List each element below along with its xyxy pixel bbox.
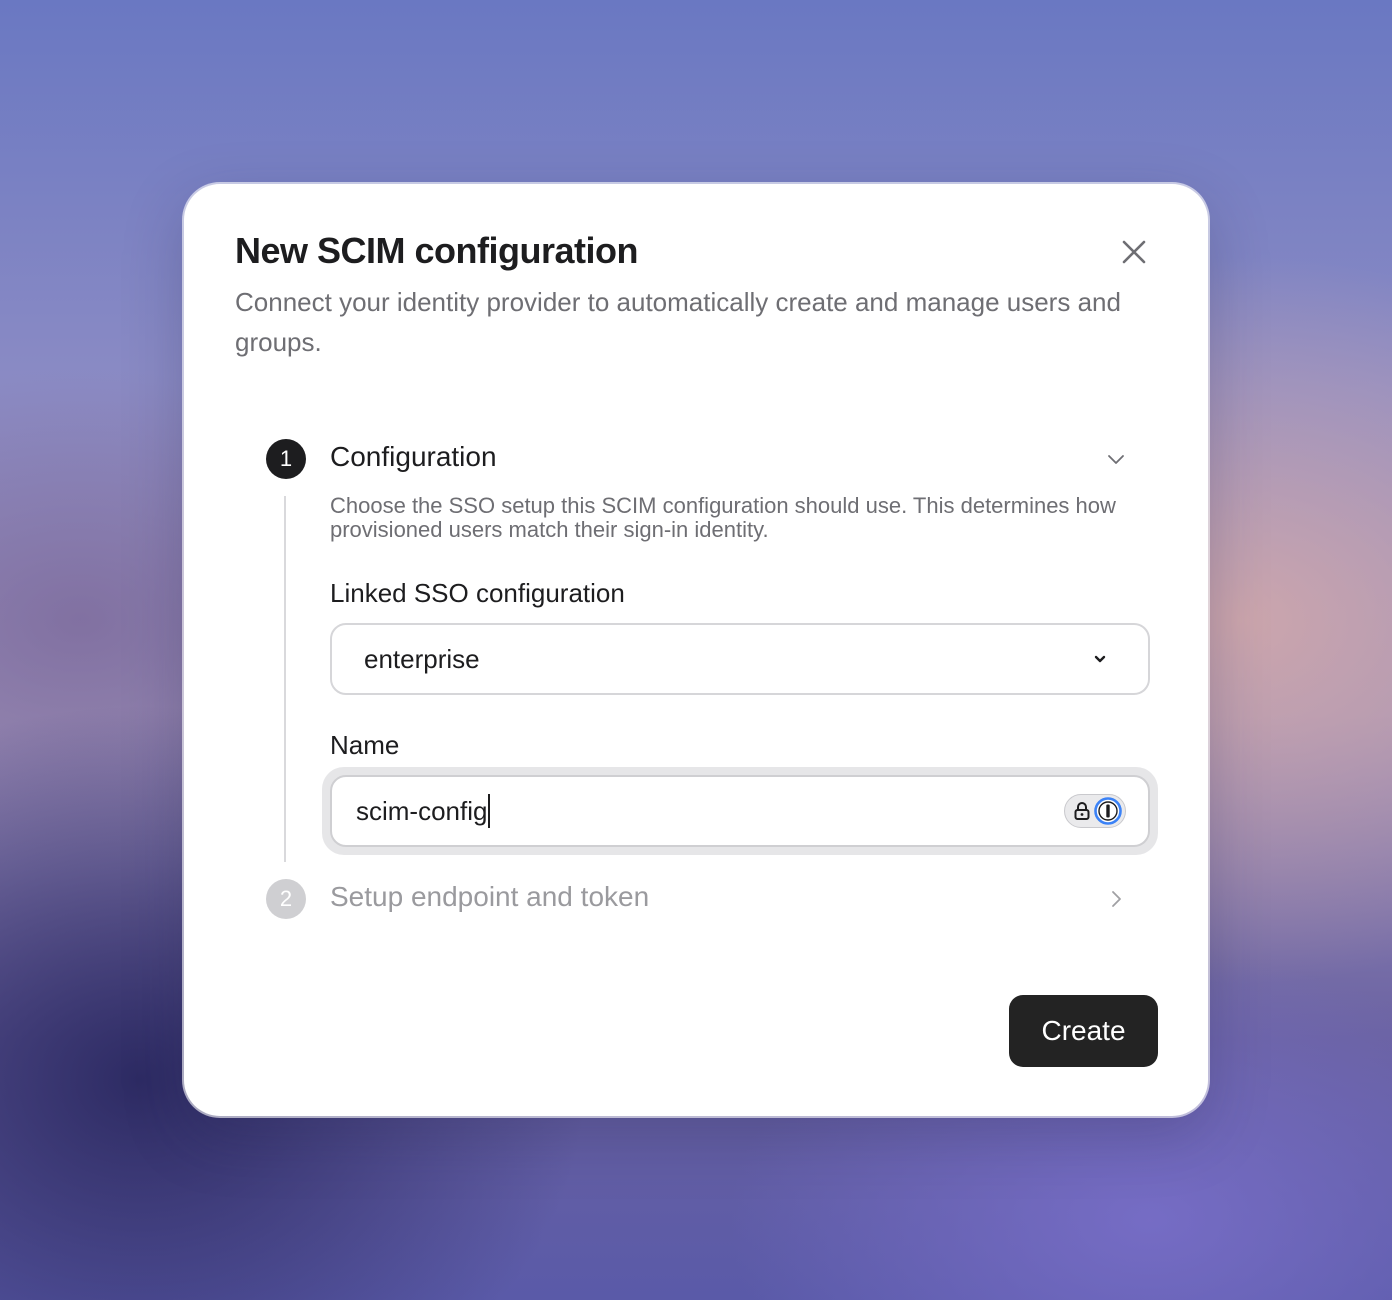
lock-icon [1074,802,1090,820]
dialog-title: New SCIM configuration [235,230,639,271]
close-button[interactable] [1118,236,1150,268]
chevron-down-icon [1094,655,1106,663]
step-connector-line [284,496,286,862]
name-label: Name [330,730,400,760]
password-manager-icon [1094,797,1122,825]
step-1-title[interactable]: Configuration [330,441,497,473]
step-2-indicator: 2 [266,879,306,919]
scim-config-dialog: New SCIM configuration Connect your iden… [184,184,1208,1116]
dialog-subtitle: Connect your identity provider to automa… [235,287,1121,357]
sso-config-label: Linked SSO configuration [330,578,625,608]
password-manager-button[interactable] [1064,794,1126,828]
name-input-value: scim-config [356,795,488,826]
step-2-title[interactable]: Setup endpoint and token [330,881,649,913]
chevron-right-icon[interactable] [1104,887,1128,911]
create-button[interactable]: Create [1009,995,1158,1067]
text-cursor [488,794,491,828]
step-1-indicator: 1 [266,439,306,479]
chevron-down-icon[interactable] [1104,447,1128,471]
sso-config-value: enterprise [364,643,480,674]
close-icon [1122,240,1146,264]
step-1-description: Choose the SSO setup this SCIM configura… [330,493,1116,542]
sso-config-select[interactable]: enterprise [330,623,1150,695]
name-input[interactable]: scim-config [330,775,1150,847]
